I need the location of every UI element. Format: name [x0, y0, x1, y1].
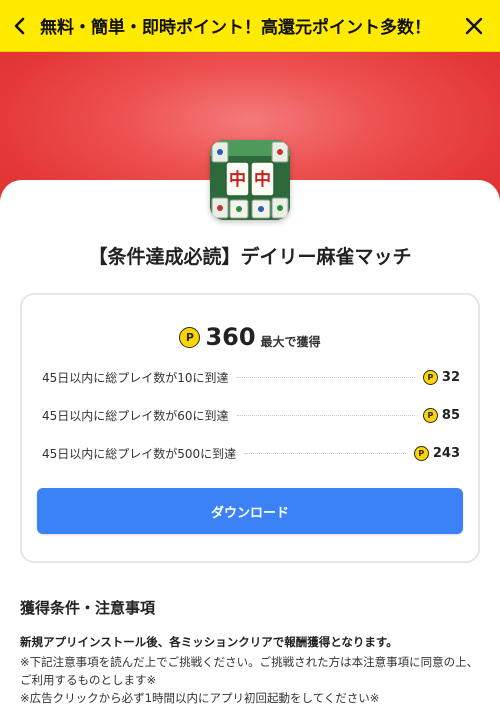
condition-points: 85	[441, 407, 460, 423]
section-title: 獲得条件・注意事項	[20, 599, 156, 617]
total-points-value: 360	[205, 323, 256, 351]
app-title: 【条件達成必読】デイリー麻雀マッチ	[88, 246, 412, 268]
dotted-leader	[236, 414, 415, 416]
top-bar: 無料・簡単・即時ポイント！高還元ポイント多数！	[0, 0, 500, 52]
condition-row: 45日以内に総プレイ数が60に到達 P 85	[42, 405, 460, 425]
condition-points: 32	[441, 369, 460, 385]
point-coin-icon: P	[413, 445, 429, 461]
notes-block: 新規アプリインストール後、各ミッションクリアで報酬獲得となります。 ※下記注意事…	[20, 633, 482, 707]
close-button[interactable]	[448, 0, 500, 52]
condition-points: 243	[432, 445, 460, 461]
total-points: P 360 最大で獲得	[22, 323, 478, 351]
notes-line: ※下記注意事項を読んだ上でご挑戦ください。ご挑戦された方は本注意事項に同意の上、…	[20, 655, 479, 687]
tile-char-right: 中	[254, 169, 271, 190]
reward-card: P 360 最大で獲得 45日以内に総プレイ数が10に到達 P 32 45日以内…	[20, 293, 480, 563]
back-button[interactable]	[0, 0, 40, 52]
point-coin-icon: P	[422, 369, 438, 385]
notes-line: ※広告クリックから必ず1時間以内にアプリ初回起動をしてください※	[20, 691, 380, 705]
page-title: 無料・簡単・即時ポイント！高還元ポイント多数！	[40, 18, 431, 38]
mahjong-app-icon: 中 中	[210, 140, 290, 220]
condition-row: 45日以内に総プレイ数が10に到達 P 32	[42, 367, 460, 387]
dotted-leader	[236, 376, 415, 378]
condition-row: 45日以内に総プレイ数が500に到達 P 243	[42, 443, 460, 463]
condition-label: 45日以内に総プレイ数が60に到達	[42, 408, 229, 423]
condition-label: 45日以内に総プレイ数が500に到達	[42, 446, 237, 461]
total-points-suffix: 最大で獲得	[260, 334, 321, 349]
dotted-leader	[244, 452, 406, 454]
point-coin-icon: P	[422, 407, 438, 423]
point-coin-icon: P	[179, 326, 201, 348]
download-button[interactable]: ダウンロード	[37, 488, 463, 534]
chevron-left-icon	[14, 17, 25, 34]
notes-lead: 新規アプリインストール後、各ミッションクリアで報酬獲得となります。	[20, 635, 398, 649]
condition-label: 45日以内に総プレイ数が10に到達	[42, 370, 229, 385]
tile-char-left: 中	[229, 169, 246, 190]
close-icon	[465, 17, 483, 34]
